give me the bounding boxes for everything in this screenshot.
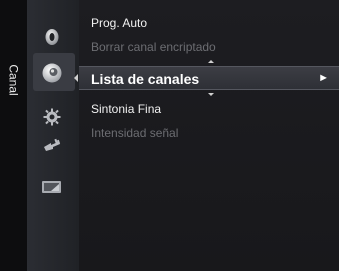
setup-icon[interactable] — [39, 106, 65, 128]
selection-pointer-icon — [74, 74, 78, 82]
scroll-down-icon — [208, 93, 214, 96]
selected-item-label: Lista de canales — [91, 71, 200, 87]
picture-icon[interactable] — [39, 26, 65, 48]
menu-item-label: Sintonia Fina — [91, 102, 162, 116]
application-icon[interactable] — [39, 176, 65, 198]
scroll-up-icon — [208, 60, 214, 63]
submenu-arrow-icon: ► — [318, 72, 329, 84]
category-tab-label-wrap: Canal — [2, 50, 26, 110]
menu-item-intensidad-senal: Intensidad señal — [91, 126, 178, 140]
channel-icon[interactable] — [39, 62, 65, 84]
menu-item-prog-auto[interactable]: Prog. Auto — [91, 16, 147, 30]
category-tab-label: Canal — [7, 64, 22, 96]
menu-item-lista-de-canales[interactable]: Lista de canales ► — [79, 66, 339, 90]
input-icon[interactable] — [39, 135, 65, 157]
category-icon-bar — [27, 0, 79, 271]
channel-menu: Prog. Auto Borrar canal encriptado Lista… — [79, 0, 339, 271]
category-tab[interactable]: Canal — [0, 0, 27, 271]
menu-item-label: Prog. Auto — [91, 16, 148, 30]
menu-item-label: Borrar canal encriptado — [91, 40, 216, 54]
menu-item-borrar-canal-encriptado: Borrar canal encriptado — [91, 40, 216, 54]
osd-menu-screen: Canal Prog. Auto Borrar canal encriptado… — [0, 0, 339, 271]
menu-item-sintonia-fina[interactable]: Sintonia Fina — [91, 102, 161, 116]
menu-item-label: Intensidad señal — [91, 126, 179, 140]
